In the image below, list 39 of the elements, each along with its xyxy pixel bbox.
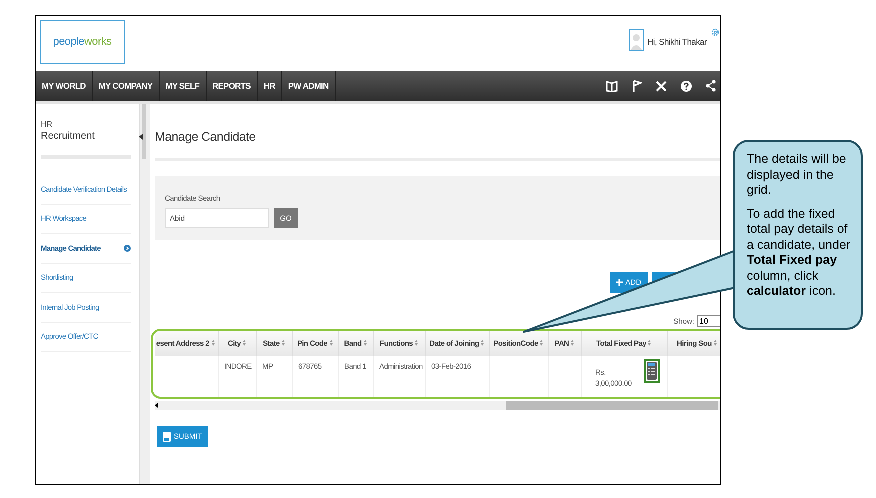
nav-item[interactable]: REPORTS (206, 71, 258, 101)
page-title: Manage Candidate (155, 130, 257, 144)
settings-icon[interactable] (711, 28, 720, 37)
nav-item[interactable]: PW ADMIN (282, 71, 336, 101)
share-icon[interactable] (706, 80, 716, 92)
section-label: HR (41, 120, 54, 129)
nav-item[interactable]: MY COMPANY (92, 71, 160, 101)
scroll-left-icon[interactable] (155, 403, 158, 408)
user-greeting[interactable]: Hi, Shikhi Thakar (648, 37, 707, 47)
sort-icon[interactable] (481, 340, 484, 346)
sort-icon[interactable] (364, 340, 367, 346)
horizontal-scrollbar[interactable] (155, 401, 720, 410)
sidebar-scrollbar[interactable] (139, 104, 150, 484)
sort-icon[interactable] (714, 340, 717, 346)
sort-icon[interactable] (415, 340, 418, 346)
sort-icon[interactable] (648, 340, 652, 346)
nav-item[interactable]: HR (258, 71, 282, 101)
sort-icon[interactable] (540, 340, 544, 346)
sort-icon[interactable] (571, 340, 574, 346)
sort-icon[interactable] (282, 340, 285, 346)
section-title: Recruitment (41, 131, 96, 142)
page-size-select[interactable]: 10 (696, 315, 720, 327)
save-icon (163, 432, 171, 442)
logo: peopleworks (40, 20, 125, 64)
avatar-icon[interactable] (628, 29, 644, 51)
sort-icon[interactable] (242, 340, 246, 346)
book-icon[interactable] (606, 80, 618, 92)
sort-icon[interactable] (212, 340, 214, 346)
help-icon[interactable] (681, 80, 692, 92)
calculator-icon[interactable] (644, 359, 660, 383)
sort-icon[interactable] (330, 340, 333, 346)
callout-text: The details will be displayed in the grid. (747, 152, 848, 198)
callout-text: To add the fixed total pay details of a candidate, under Total Fixed pay column, click calculator icon. (747, 206, 852, 300)
plus-icon (616, 279, 623, 286)
tools-icon[interactable] (656, 80, 667, 92)
arrow-circle-icon (124, 244, 131, 252)
flag-icon[interactable] (632, 80, 642, 92)
nav-item[interactable]: MY SELF (160, 71, 207, 101)
nav-item[interactable]: MY WORLD (36, 71, 93, 101)
